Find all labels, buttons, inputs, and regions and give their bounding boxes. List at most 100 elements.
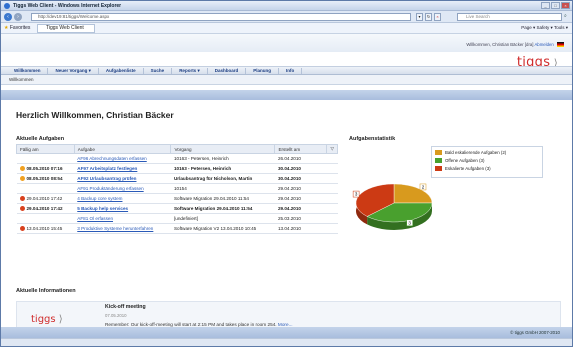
due-date: 29.04.2010 17:42 xyxy=(26,195,63,201)
stats-title: Aufgabenstatistik xyxy=(349,136,396,142)
legend-item: Offene Aufgaben (3) xyxy=(435,157,539,165)
table-row[interactable]: 08.05.2010 08:54 AF92 Urlaubsantrag prüfe… xyxy=(16,173,338,184)
task-link[interactable]: AF97 Arbeitsplatz festlegen xyxy=(77,166,137,171)
table-row[interactable]: AF81 Ol erfassen [undefiniert] 25.03.2010 xyxy=(16,213,338,224)
menu-item[interactable]: Suche xyxy=(144,68,173,74)
task-link[interactable]: 3 Produktive Systeme herunterfahren xyxy=(77,226,153,231)
chart-legend: Bald eskalierende Aufgaben (2) Offene Auf… xyxy=(431,146,543,178)
header-strip xyxy=(1,90,572,100)
main-menu: Willkommen Neuer Vorgang ▾ Aufgabenliste Su… xyxy=(1,66,572,75)
forward-icon[interactable]: › xyxy=(14,13,22,21)
window-title: Tiggs Web Client - Windows Internet Expl… xyxy=(13,2,122,9)
status-icon xyxy=(19,166,25,172)
logout-link[interactable]: Abmelden xyxy=(534,42,553,47)
logo-arrow-icon: ⟩ xyxy=(55,314,63,325)
stop-icon[interactable]: × xyxy=(434,13,441,21)
task-cell: AF97 Arbeitsplatz festlegen xyxy=(74,163,171,174)
table-row[interactable]: 13.04.2010 15:45 3 Produktive Systeme her… xyxy=(16,223,338,234)
task-link[interactable]: AF91 Produktänderung erfassen xyxy=(77,186,143,191)
process-cell: 10154 xyxy=(170,183,275,194)
dropdown-icon[interactable]: ▾ xyxy=(416,13,423,21)
process-cell: Software Migration 29.04.2010 11:54 xyxy=(170,193,275,204)
close-button[interactable]: × xyxy=(561,2,570,9)
task-link[interactable]: AF81 Ol erfassen xyxy=(77,216,113,221)
table-row[interactable]: 08.05.2010 07:16 AF97 Arbeitsplatz festle… xyxy=(16,163,338,174)
task-cell: AF92 Urlaubsantrag prüfen xyxy=(74,173,171,184)
menu-item[interactable]: Neuer Vorgang ▾ xyxy=(48,68,99,74)
due-date: 08.05.2010 07:16 xyxy=(26,165,63,171)
favorites-button[interactable]: ★ Favorites xyxy=(4,25,30,31)
task-link[interactable]: 4 Backup core system xyxy=(77,196,122,201)
task-cell: AF96 Abrechnungsdaten erfassen xyxy=(74,153,171,164)
command-bar[interactable]: Page ▾ Safety ▾ Tools ▾ xyxy=(521,25,568,31)
due-cell xyxy=(16,213,75,224)
browser-tab[interactable]: Tiggs Web Client xyxy=(37,24,95,33)
column-header[interactable]: Erstellt am xyxy=(274,144,328,154)
menu-item[interactable]: Willkommen xyxy=(7,68,49,74)
status-icon xyxy=(19,226,25,232)
legend-label: Offene Aufgaben (3) xyxy=(445,158,485,163)
url-input[interactable]: http://dev19:81/tiggs/Welcome.aspx xyxy=(31,13,411,21)
status-icon xyxy=(19,176,25,182)
task-cell: AF81 Ol erfassen xyxy=(74,213,171,224)
task-cell: 3 Produktive Systeme herunterfahren xyxy=(74,223,171,234)
maximize-button[interactable]: □ xyxy=(551,2,560,9)
status-bar xyxy=(1,338,572,346)
legend-swatch xyxy=(435,158,442,164)
browser-window: Tiggs Web Client - Windows Internet Expl… xyxy=(0,0,573,347)
created-cell: 26.04.2010 xyxy=(274,153,338,164)
process-cell: [undefiniert] xyxy=(170,213,275,224)
task-link[interactable]: AF96 Abrechnungsdaten erfassen xyxy=(77,156,146,161)
status-icon xyxy=(19,206,25,212)
legend-swatch xyxy=(435,166,442,172)
created-cell: 25.03.2010 xyxy=(274,213,338,224)
menu-item[interactable]: Planung xyxy=(246,68,279,74)
window-controls: _ □ × xyxy=(541,2,570,9)
breadcrumb: Willkommen xyxy=(1,75,572,85)
table-row[interactable]: 29.04.2010 17:42 5 Backup help services So… xyxy=(16,203,338,214)
pie-chart: 233 xyxy=(352,183,433,230)
news-headline: Kick-off meeting xyxy=(105,304,146,310)
footer: © tiggs GmbH 2007-2010 xyxy=(1,327,572,338)
news-logo-text: tiggs xyxy=(31,314,56,325)
column-header[interactable]: Vorgang xyxy=(170,144,276,154)
pie-slice xyxy=(393,183,433,204)
search-icon[interactable]: ⌕ xyxy=(564,13,571,21)
due-cell: 08.05.2010 07:16 xyxy=(16,163,75,174)
task-link[interactable]: 5 Backup help services xyxy=(77,206,128,211)
menu-item[interactable]: Reports ▾ xyxy=(172,68,208,74)
due-cell xyxy=(16,153,75,164)
column-header[interactable]: Aufgabe xyxy=(73,144,172,154)
legend-label: Eskalierte Aufgaben (3) xyxy=(445,166,491,171)
tasks-table: Fällig am Aufgabe Vorgang Erstellt am ▽ AF96… xyxy=(16,144,338,234)
menu-item[interactable]: Info xyxy=(279,68,303,74)
due-date: 08.05.2010 08:54 xyxy=(26,175,63,181)
tasks-title: Aktuelle Aufgaben xyxy=(16,136,65,142)
due-date: 13.04.2010 15:45 xyxy=(26,225,63,231)
back-icon[interactable]: ‹ xyxy=(4,13,12,21)
refresh-icon[interactable]: ↻ xyxy=(425,13,432,21)
due-cell: 29.04.2010 17:42 xyxy=(16,193,75,204)
task-cell: AF91 Produktänderung erfassen xyxy=(74,183,171,194)
menu-item[interactable]: Aufgabenliste xyxy=(99,68,144,74)
news-logo: tiggs ⟩ xyxy=(31,314,63,325)
due-cell xyxy=(16,183,75,194)
menu-item[interactable]: Dashboard xyxy=(208,68,247,74)
table-row[interactable]: AF91 Produktänderung erfassen 10154 29.04.… xyxy=(16,183,338,194)
minimize-button[interactable]: _ xyxy=(541,2,550,9)
task-link[interactable]: AF92 Urlaubsantrag prüfen xyxy=(77,176,136,181)
created-cell: 13.04.2010 xyxy=(274,223,338,234)
process-cell: Software Migration V2 13.04.2010 10:45 xyxy=(170,223,275,234)
table-row[interactable]: 29.04.2010 17:42 4 Backup core system Soft… xyxy=(16,193,338,204)
filter-icon[interactable]: ▽ xyxy=(326,144,338,154)
favorites-bar: ★ Favorites Tiggs Web Client Page ▾ Safe… xyxy=(1,23,572,34)
ie-icon xyxy=(4,3,10,9)
task-cell: 4 Backup core system xyxy=(74,193,171,204)
created-cell: 29.04.2010 xyxy=(274,203,338,214)
legend-swatch xyxy=(435,150,442,156)
process-cell: 10163 - Petersen, Heinrich xyxy=(170,153,275,164)
table-row[interactable]: AF96 Abrechnungsdaten erfassen 10163 - Pe… xyxy=(16,153,338,164)
search-input[interactable]: Live Search xyxy=(457,13,562,21)
column-header[interactable]: Fällig am xyxy=(16,144,75,154)
created-cell: 29.04.2010 xyxy=(274,183,338,194)
